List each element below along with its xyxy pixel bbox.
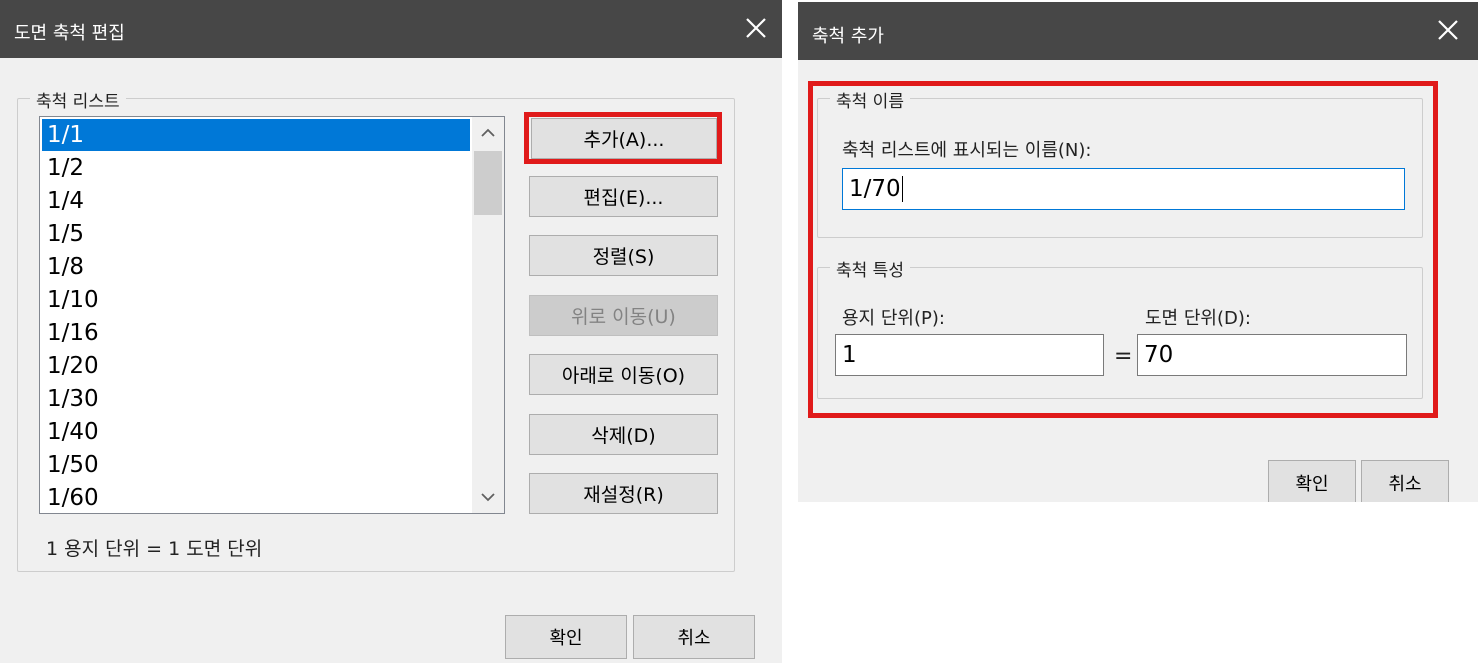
ratio-text: 1 용지 단위 = 1 도면 단위: [46, 538, 263, 560]
ok-button[interactable]: 확인: [505, 615, 627, 659]
reset-button[interactable]: 재설정(R): [529, 473, 718, 514]
list-item[interactable]: 1/30: [42, 383, 470, 415]
list-item[interactable]: 1/4: [42, 185, 470, 217]
list-item[interactable]: 1/16: [42, 317, 470, 349]
scroll-thumb[interactable]: [474, 151, 502, 215]
list-scrollbar[interactable]: [472, 117, 504, 513]
cancel-button[interactable]: 취소: [1361, 460, 1449, 502]
add-button-highlight: [524, 112, 722, 164]
cancel-button[interactable]: 취소: [633, 615, 755, 659]
list-item[interactable]: 1/1: [42, 119, 470, 151]
move-down-button[interactable]: 아래로 이동(O): [529, 354, 718, 395]
list-item[interactable]: 1/60: [42, 482, 470, 513]
edit-scale-title: 도면 축척 편집: [14, 23, 125, 44]
list-item[interactable]: 1/2: [42, 152, 470, 184]
list-item[interactable]: 1/20: [42, 350, 470, 382]
add-scale-highlight: [808, 81, 1438, 418]
close-icon[interactable]: [738, 10, 774, 46]
list-item[interactable]: 1/40: [42, 416, 470, 448]
move-up-button[interactable]: 위로 이동(U): [529, 295, 718, 336]
edit-button[interactable]: 편집(E)...: [529, 176, 718, 217]
list-item[interactable]: 1/5: [42, 218, 470, 250]
chevron-up-icon[interactable]: [472, 117, 504, 149]
edit-scale-dialog: 도면 축척 편집 축척 리스트 1/1 1/2 1/4 1/5 1/8 1/10…: [0, 0, 782, 663]
list-item[interactable]: 1/10: [42, 284, 470, 316]
ok-button[interactable]: 확인: [1268, 460, 1356, 502]
delete-button[interactable]: 삭제(D): [529, 414, 718, 455]
close-icon[interactable]: [1430, 12, 1466, 48]
chevron-down-icon[interactable]: [472, 481, 504, 513]
list-item[interactable]: 1/50: [42, 449, 470, 481]
add-scale-dialog: 축척 추가 축척 이름 축척 리스트에 표시되는 이름(N): 1/70 축척 …: [798, 2, 1478, 502]
add-scale-title: 축척 추가: [812, 26, 884, 47]
scale-list-group-label: 축척 리스트: [30, 87, 126, 112]
scale-listbox[interactable]: 1/1 1/2 1/4 1/5 1/8 1/10 1/16 1/20 1/30 …: [39, 116, 505, 514]
edit-scale-titlebar: 도면 축척 편집: [0, 0, 782, 58]
add-scale-titlebar: 축척 추가: [798, 2, 1478, 60]
list-item[interactable]: 1/8: [42, 251, 470, 283]
sort-button[interactable]: 정렬(S): [529, 235, 718, 276]
